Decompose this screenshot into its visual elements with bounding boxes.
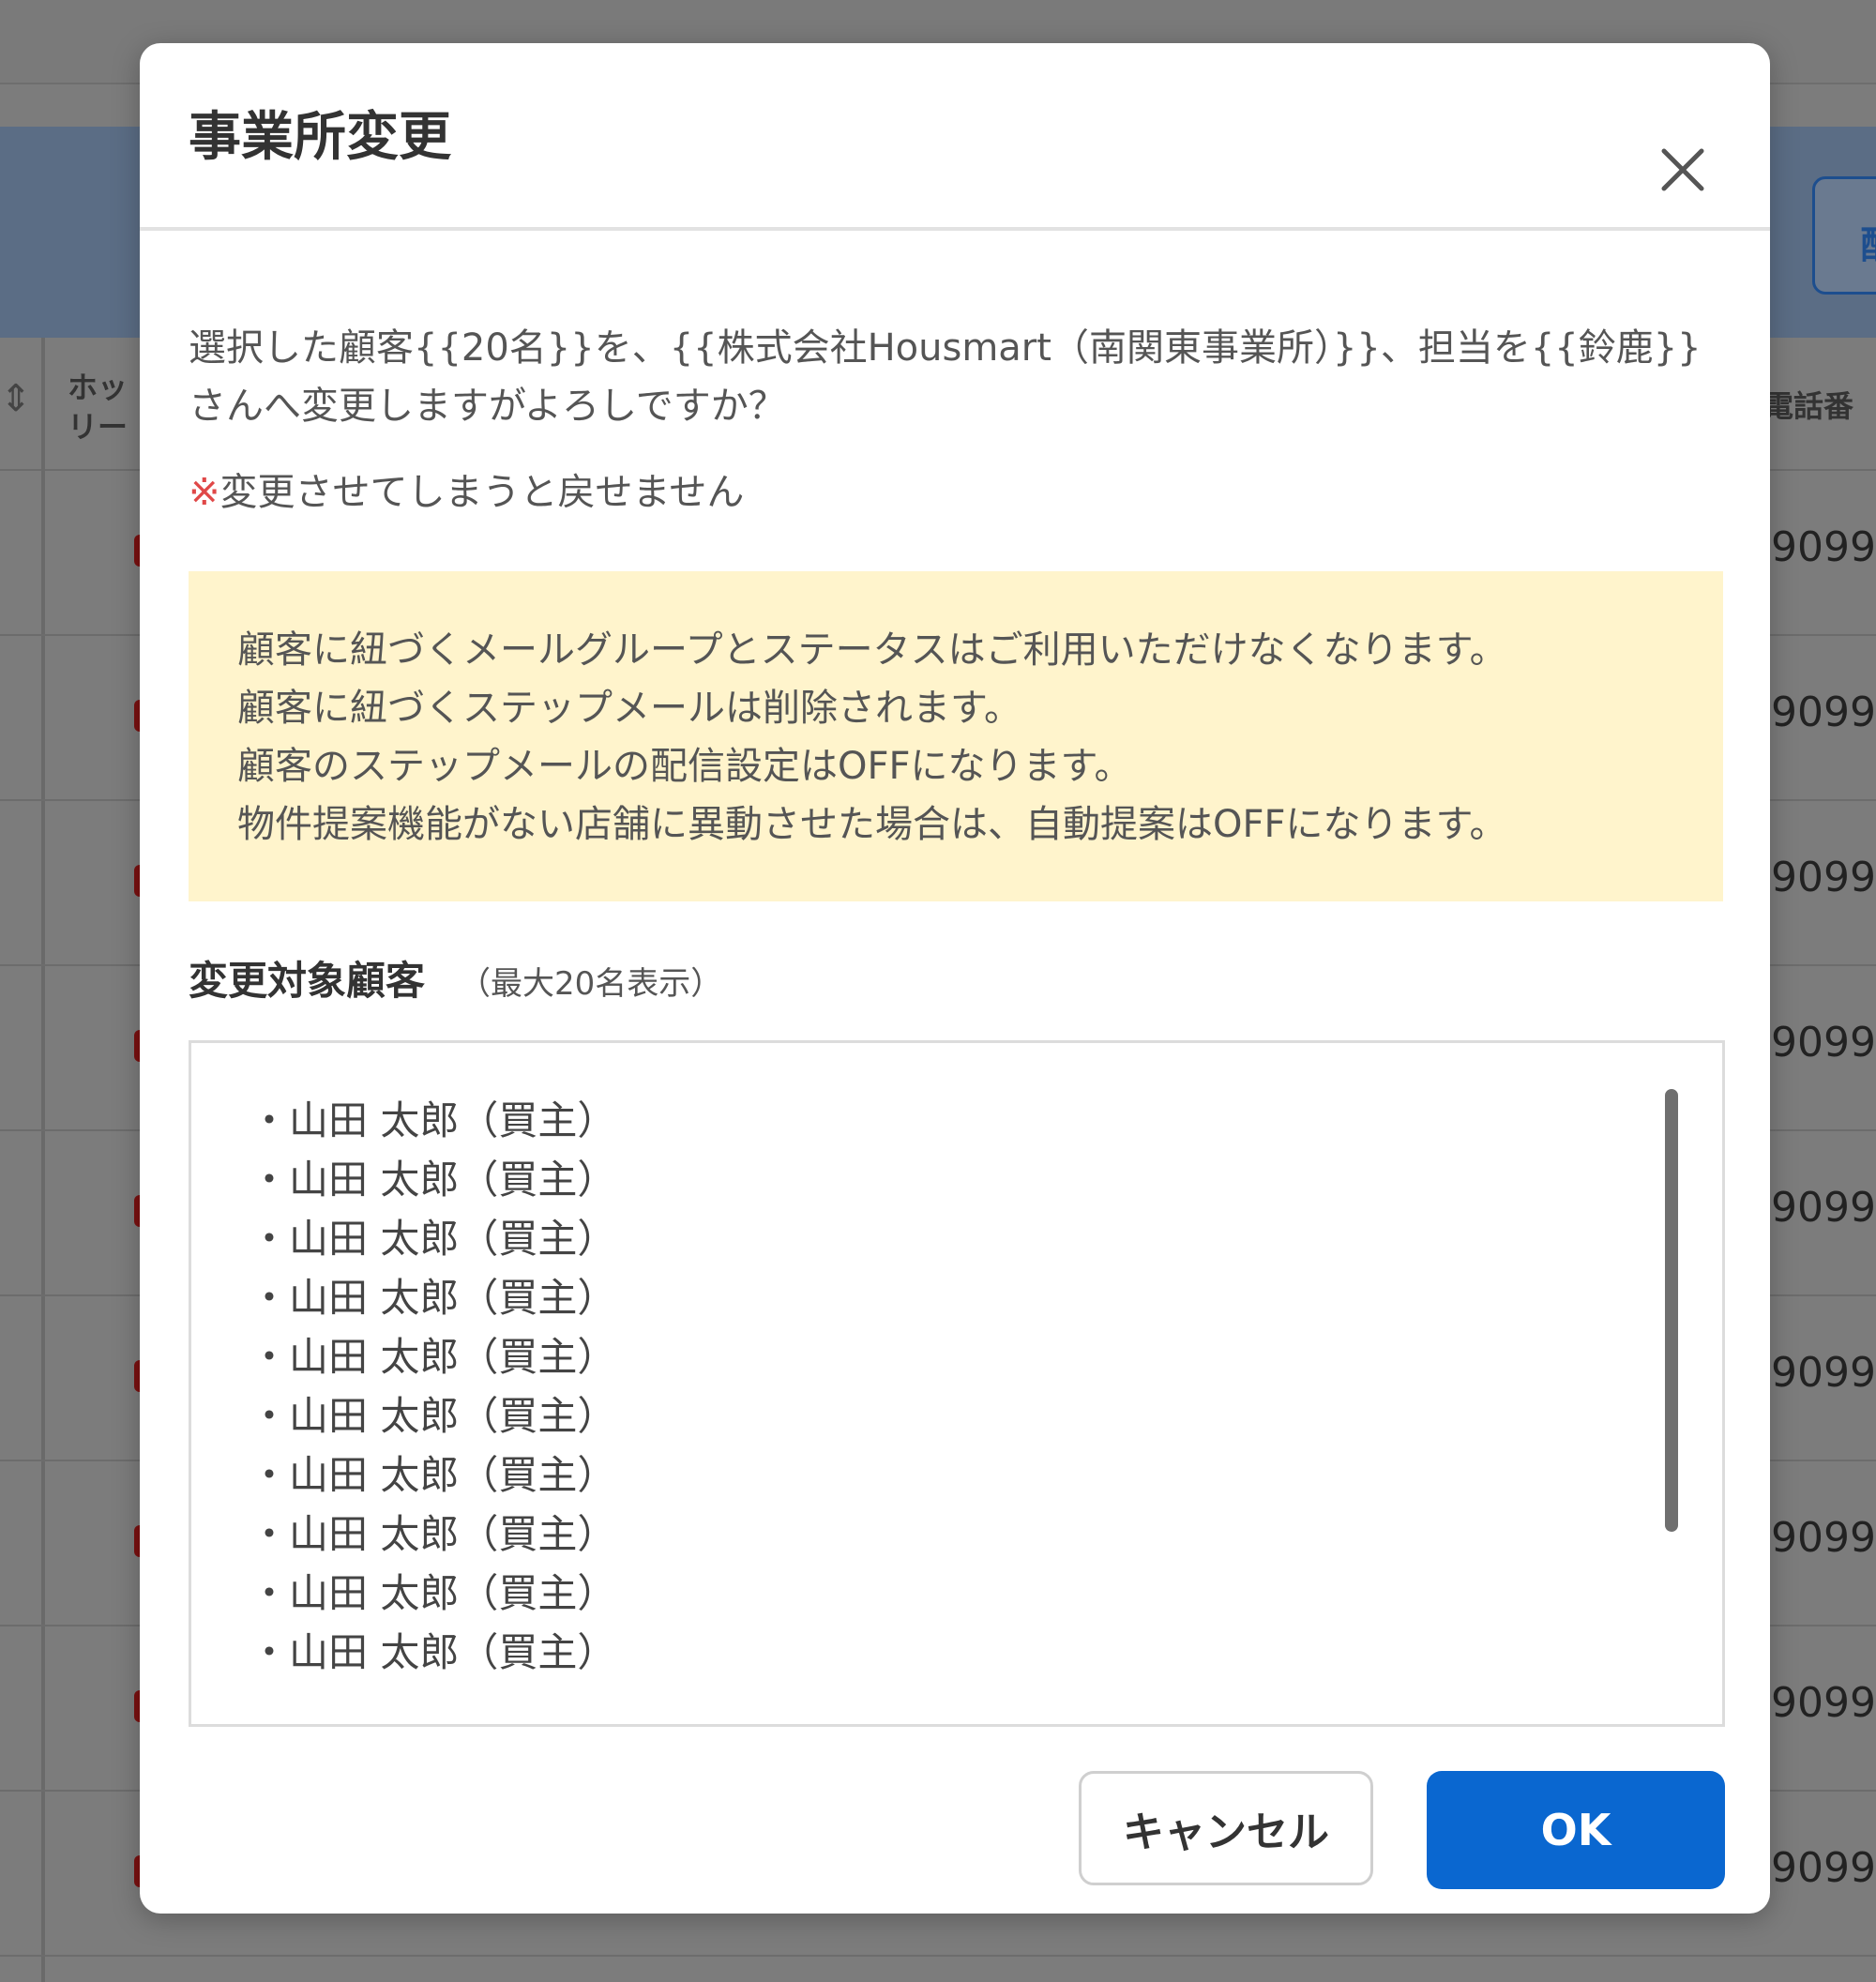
dialog-title: 事業所変更 (189, 107, 451, 168)
list-item: ・山田 太郎（買主） (250, 1629, 617, 1675)
target-customers-label: 変更対象顧客 (189, 958, 426, 1004)
list-item: ・山田 太郎（買主） (250, 1275, 617, 1321)
background-phone: 9099 (1771, 1019, 1876, 1067)
target-customers-list[interactable]: ・山田 太郎（買主） ・山田 太郎（買主） ・山田 太郎（買主） ・山田 太郎（… (189, 1040, 1725, 1727)
notice-box: 顧客に紐づくメールグループとステータスはご利用いただけなくなります。 顧客に紐づ… (189, 571, 1723, 901)
background-phone: 9099 (1771, 1184, 1876, 1232)
list-item: ・山田 太郎（買主） (250, 1452, 617, 1498)
list-item: ・山田 太郎（買主） (250, 1511, 617, 1557)
notice-line: 物件提案機能がない店舗に異動させた場合は、自動提案はOFFになります。 (237, 803, 1507, 846)
list-item: ・山田 太郎（買主） (250, 1570, 617, 1616)
background-phone: 9099 (1771, 1349, 1876, 1397)
background-phone: 9099 (1771, 523, 1876, 571)
cancel-button[interactable]: キャンセル (1079, 1771, 1373, 1885)
background-header-col1: ホッ リー (68, 368, 128, 446)
irreversible-warning: ※変更させてしまうと戻せません (189, 463, 744, 522)
background-phone: 9099 (1771, 1514, 1876, 1562)
background-header-col1-label: ホッ リー (68, 370, 129, 445)
target-customers-note: （最大20名表示） (459, 965, 723, 1003)
background-phone: 9099 (1771, 1844, 1876, 1892)
ok-button[interactable]: OK (1427, 1771, 1725, 1889)
background-header-phone: 電話番 (1763, 388, 1854, 424)
sort-icon: ⇕ (0, 377, 32, 420)
list-item: ・山田 太郎（買主） (250, 1216, 617, 1262)
notice-line: 顧客に紐づくステップメールは削除されます。 (237, 687, 1021, 730)
list-item: ・山田 太郎（買主） (250, 1334, 617, 1380)
notice-line: 顧客に紐づくメールグループとステータスはご利用いただけなくなります。 (237, 628, 1507, 672)
confirmation-message: 選択した顧客{{20名}}を、{{株式会社Housmart（南関東事業所）}}、… (189, 326, 1702, 428)
background-phone: 9099 (1771, 854, 1876, 901)
list-item: ・山田 太郎（買主） (250, 1393, 617, 1439)
notice-line: 顧客のステップメールの配信設定はOFFになります。 (237, 745, 1132, 788)
warning-text: 変更させてしまうと戻せません (219, 471, 745, 514)
list-item: ・山田 太郎（買主） (250, 1097, 617, 1143)
background-header-button: 配 (1812, 176, 1876, 295)
dialog-header: 事業所変更 (140, 43, 1770, 231)
list-item: ・山田 太郎（買主） (250, 1157, 617, 1203)
background-header-button-label: 配 (1860, 215, 1876, 269)
warning-mark: ※ (189, 471, 220, 514)
background-phone: 9099 (1771, 688, 1876, 736)
background-phone: 9099 (1771, 1679, 1876, 1727)
office-change-dialog: 事業所変更 選択した顧客{{20名}}を、{{株式会社Housmart（南関東事… (140, 43, 1770, 1914)
list-scrollbar[interactable] (1665, 1089, 1678, 1532)
close-button[interactable] (1650, 137, 1716, 203)
close-icon (1661, 148, 1704, 191)
